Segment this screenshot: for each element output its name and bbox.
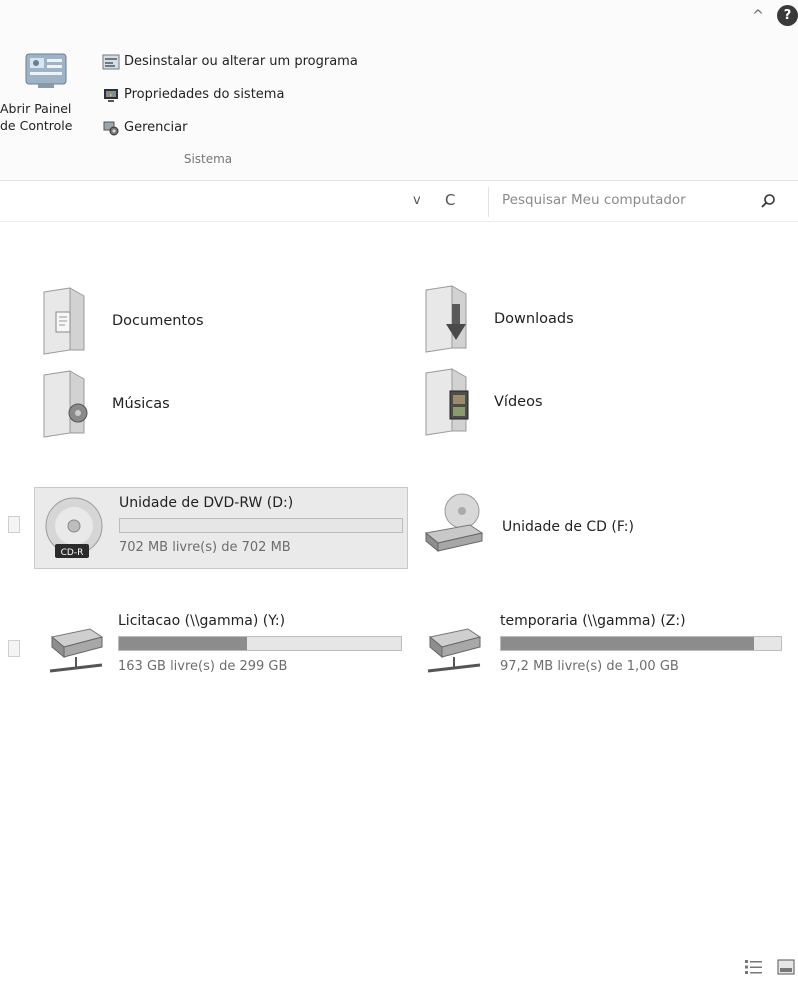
network-drive-icon	[49, 628, 104, 673]
network-drive-icon	[427, 628, 482, 673]
folder-label: Músicas	[112, 396, 170, 412]
system-properties-icon	[104, 89, 118, 102]
control-panel-icon	[25, 53, 67, 88]
drive-network-z[interactable]: temporaria (\\gamma) (Z:) 97,2 MB livre(…	[420, 605, 792, 685]
drive-name: temporaria (\\gamma) (Z:)	[500, 613, 686, 629]
uninstall-program-button[interactable]: Desinstalar ou alterar um programa	[102, 51, 358, 73]
drive-dvd-rw-d[interactable]: CD-R Unidade de DVD-RW (D:) 702 MB livre…	[34, 487, 408, 569]
videos-folder-icon	[425, 368, 469, 436]
drive-name: Licitacao (\\gamma) (Y:)	[118, 613, 286, 629]
drive-network-y[interactable]: Licitacao (\\gamma) (Y:) 163 GB livre(s)…	[38, 605, 410, 685]
drive-name: Unidade de CD (F:)	[502, 519, 634, 535]
collapse-ribbon-button[interactable]: ^	[750, 8, 766, 24]
music-folder-icon	[43, 370, 88, 438]
help-button[interactable]: ?	[777, 5, 798, 26]
downloads-folder-icon	[425, 285, 467, 353]
drive-free-space: 97,2 MB livre(s) de 1,00 GB	[500, 659, 679, 674]
large-icons-view-icon[interactable]	[776, 958, 796, 976]
scroll-stub	[8, 640, 20, 657]
folder-downloads[interactable]: Downloads	[422, 283, 574, 355]
drive-badge: CD-R	[61, 548, 84, 558]
folder-label: Vídeos	[494, 394, 543, 410]
drive-usage-bar	[119, 518, 403, 533]
folder-label: Downloads	[494, 311, 574, 327]
manage-button[interactable]: Gerenciar	[102, 117, 187, 139]
open-control-panel-button[interactable]: Abrir Painel de Controle	[0, 50, 96, 146]
drive-cd-f[interactable]: Unidade de CD (F:)	[420, 489, 792, 569]
folder-label: Documentos	[112, 313, 204, 329]
system-properties-label: Propriedades do sistema	[124, 87, 285, 102]
system-properties-button[interactable]: Propriedades do sistema	[102, 84, 284, 106]
uninstall-label: Desinstalar ou alterar um programa	[124, 54, 358, 69]
details-view-icon[interactable]	[744, 958, 764, 976]
documents-folder-icon	[43, 287, 85, 355]
drive-usage-bar	[500, 636, 782, 651]
drive-usage-fill	[119, 637, 248, 650]
folder-documentos[interactable]: Documentos	[40, 285, 204, 357]
search-input[interactable]: Pesquisar Meu computador	[502, 192, 686, 208]
folder-musicas[interactable]: Músicas	[40, 368, 170, 440]
cd-drive-icon	[424, 493, 484, 553]
uninstall-programs-icon	[102, 54, 120, 70]
address-history-dropdown[interactable]: v	[413, 193, 421, 208]
manage-label: Gerenciar	[124, 120, 188, 135]
drive-free-space: 702 MB livre(s) de 702 MB	[119, 540, 291, 555]
drive-usage-bar	[118, 636, 402, 651]
search-icon[interactable]	[760, 193, 776, 209]
drive-free-space: 163 GB livre(s) de 299 GB	[118, 659, 288, 674]
refresh-button[interactable]: C	[445, 191, 455, 209]
dvd-disc-icon: CD-R	[45, 497, 103, 558]
folder-videos[interactable]: Vídeos	[422, 366, 543, 438]
manage-icon	[103, 121, 119, 136]
open-control-panel-label: Abrir Painel de Controle	[0, 101, 73, 133]
drive-usage-fill	[501, 637, 755, 650]
ribbon-group-label: Sistema	[183, 152, 233, 166]
scroll-stub	[8, 516, 20, 533]
drive-name: Unidade de DVD-RW (D:)	[119, 495, 294, 511]
